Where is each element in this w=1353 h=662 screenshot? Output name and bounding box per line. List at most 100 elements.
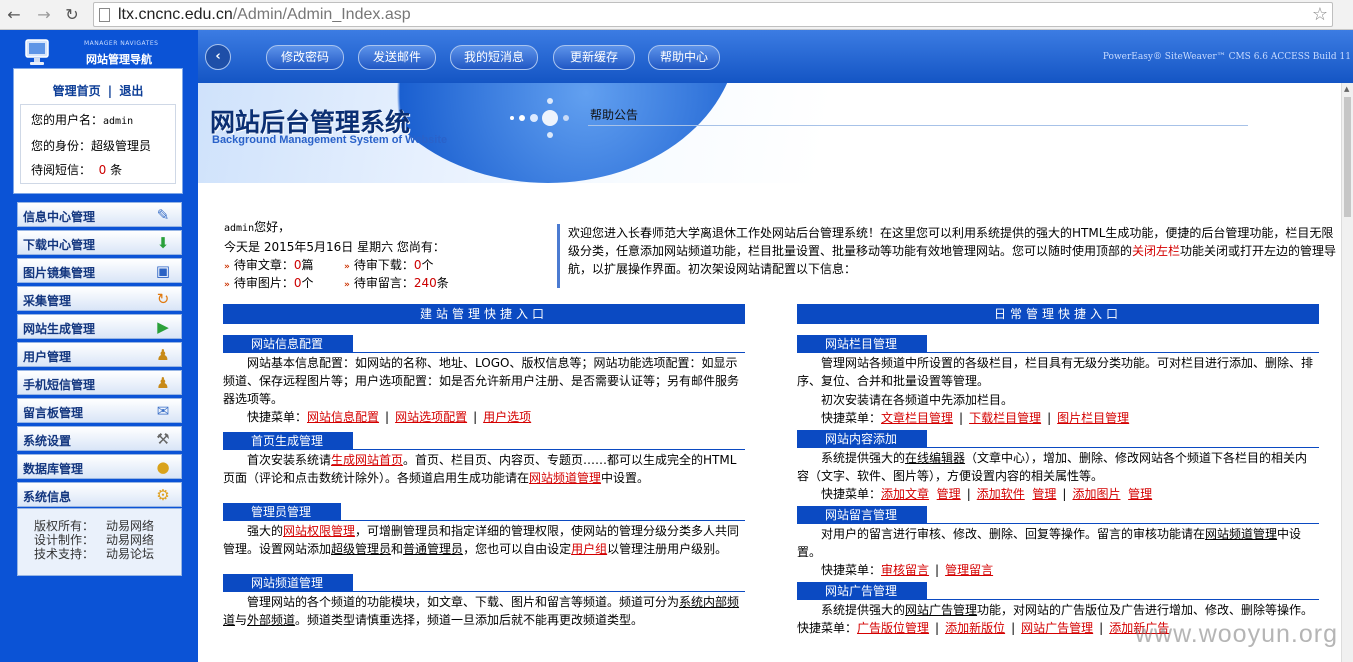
- my-messages-button[interactable]: 我的短消息: [450, 45, 538, 70]
- sidebar-item-system-info[interactable]: 系统信息 ⚙: [17, 482, 182, 507]
- back-arrow-icon[interactable]: ←: [4, 5, 24, 25]
- sidebar-item-label: 系统信息: [23, 490, 72, 504]
- pending-downloads: » 待审下载：0个: [344, 258, 434, 272]
- quick-menu: 快捷菜单：添加文章 管理 | 添加软件 管理 | 添加图片 管理: [821, 487, 1153, 501]
- link-divider: |: [107, 84, 113, 98]
- ad-management-link[interactable]: 网站广告管理: [1021, 621, 1093, 635]
- permission-management-link[interactable]: 网站权限管理: [283, 524, 355, 538]
- logout-link[interactable]: 退出: [119, 84, 143, 98]
- column-management-block: 网站栏目管理 管理网站各频道中所设置的各级栏目，栏目具有无级分类功能。可对栏目进…: [797, 335, 1319, 427]
- banner: 网站后台管理系统 Background Management System of…: [198, 83, 1341, 183]
- admin-home-link[interactable]: 管理首页: [53, 84, 101, 98]
- gear-icon: ⚙: [156, 486, 170, 504]
- sidebar-item-download-center[interactable]: 下载中心管理 ⬇: [17, 230, 182, 255]
- block-text: 管理网站的各个频道的功能模块，如文章、下载、图片和留言等频道。频道可分为系统内部…: [223, 595, 740, 627]
- sidebar-item-sms[interactable]: 手机短信管理 ♟: [17, 370, 182, 395]
- scroll-thumb[interactable]: [1344, 97, 1351, 217]
- url-text[interactable]: ltx.cncnc.edu.cn/Admin/Admin_Index.asp: [118, 6, 411, 24]
- download-column-link[interactable]: 下载栏目管理: [969, 411, 1041, 425]
- user-info: 您的用户名：admin 您的身份：超级管理员 待阅短信： 0 条: [20, 104, 176, 184]
- left-navigation: MANAGER NAVIGATES 网站管理导航 管理首页 | 退出 您的用户名…: [0, 30, 198, 662]
- tools-icon: ⚒: [156, 430, 170, 448]
- stats-row: » 待审图片：0个 » 待审留言：240条: [224, 274, 544, 292]
- add-ad-slot-link[interactable]: 添加新版位: [945, 621, 1005, 635]
- sidebar-item-collection[interactable]: 采集管理 ↻: [17, 286, 182, 311]
- forward-arrow-icon[interactable]: →: [34, 5, 54, 25]
- page-icon: [99, 8, 110, 22]
- block-text: 对用户的留言进行审核、修改、删除、回复等操作。留言的审核功能请在网站频道管理中设…: [797, 527, 1302, 559]
- ad-slot-management-link[interactable]: 广告版位管理: [857, 621, 929, 635]
- url-path: /Admin/Admin_Index.asp: [232, 6, 411, 23]
- refresh-icon: ↻: [156, 290, 170, 308]
- review-messages-link[interactable]: 审核留言: [881, 563, 929, 577]
- home-generation-block: 首页生成管理 首次安装系统请生成网站首页。首页、栏目页、内容页、专题页……都可以…: [223, 432, 745, 487]
- greeting-user: admin: [224, 223, 255, 234]
- version-text: PowerEasy® SiteWeaver™ CMS 6.6 ACCESS Bu…: [1102, 52, 1351, 62]
- sidebar-item-users[interactable]: 用户管理 ♟: [17, 342, 182, 367]
- sidebar-item-label: 系统设置: [23, 434, 72, 448]
- user-group-link[interactable]: 用户组: [571, 542, 607, 556]
- block-text: 系统提供强大的网站广告管理功能，对网站的广告版位及广告进行增加、修改、删除等操作…: [821, 603, 1314, 617]
- site-info-config-link[interactable]: 网站信息配置: [307, 410, 379, 424]
- scroll-up-icon[interactable]: ▲: [1344, 85, 1349, 93]
- update-cache-button[interactable]: 更新缓存: [553, 45, 635, 70]
- add-article-link[interactable]: 添加文章: [881, 487, 929, 501]
- sidebar-tag-en: MANAGER NAVIGATES: [84, 40, 159, 47]
- sidebar-item-info-center[interactable]: 信息中心管理 ✎: [17, 202, 182, 227]
- user-links: 管理首页 | 退出: [14, 82, 182, 99]
- site-options-link[interactable]: 网站选项配置: [395, 410, 467, 424]
- generate-home-link[interactable]: 生成网站首页: [331, 453, 403, 467]
- vertical-scrollbar[interactable]: ▲: [1341, 83, 1353, 662]
- quick-menu: 快捷菜单：文章栏目管理 | 下载栏目管理 | 图片栏目管理: [821, 411, 1130, 425]
- daily-management-column: 日常管理快捷入口 网站栏目管理 管理网站各频道中所设置的各级栏目，栏目具有无级分…: [797, 304, 1319, 637]
- bookmark-star-icon[interactable]: ☆: [1312, 4, 1328, 25]
- user-options-link[interactable]: 用户选项: [483, 410, 531, 424]
- sidebar-item-label: 留言板管理: [23, 406, 84, 420]
- welcome-panel: admin您好， 今天是 2015年5月16日 星期六 您尚有： » 待审文章：0…: [224, 218, 544, 292]
- manage-article-link[interactable]: 管理: [937, 487, 961, 501]
- channel-management-link[interactable]: 网站频道管理: [529, 471, 601, 485]
- design-value: 动易网络: [106, 533, 155, 547]
- messages-count: 0: [98, 163, 107, 177]
- sidebar-menu: 信息中心管理 ✎ 下载中心管理 ⬇ 图片镜集管理 ▣ 采集管理 ↻ 网站生成管理 ▶ 用户…: [17, 202, 182, 510]
- username-value: admin: [103, 116, 134, 127]
- play-icon: ▶: [157, 318, 169, 336]
- block-text: 强大的网站权限管理，可增删管理员和指定详细的管理权限，使网站的管理分级分类多人共…: [223, 524, 740, 556]
- sidebar-item-guestbook[interactable]: 留言板管理 ✉: [17, 398, 182, 423]
- date-line: 今天是 2015年5月16日 星期六 您尚有：: [224, 240, 445, 254]
- help-center-button[interactable]: 帮助中心: [648, 45, 720, 70]
- sidebar-item-label: 数据库管理: [23, 462, 84, 476]
- change-password-button[interactable]: 修改密码: [266, 45, 344, 70]
- block-tab: 首页生成管理: [223, 432, 354, 450]
- sidebar-item-settings[interactable]: 系统设置 ⚒: [17, 426, 182, 451]
- sidebar-footer: 版权所有： 动易网络 设计制作： 动易网络 技术支持： 动易论坛: [17, 508, 182, 576]
- block-text: 系统提供强大的在线编辑器（文章中心），增加、删除、修改网站各个频道下各栏目的相关…: [797, 451, 1308, 483]
- send-email-button[interactable]: 发送邮件: [358, 45, 436, 70]
- browser-toolbar: ← → ↻ ltx.cncnc.edu.cn/Admin/Admin_Index…: [0, 0, 1353, 30]
- image-column-link[interactable]: 图片栏目管理: [1057, 411, 1129, 425]
- manage-messages-link[interactable]: 管理留言: [945, 563, 993, 577]
- support-value: 动易论坛: [106, 547, 155, 561]
- block-text: 首次安装系统请生成网站首页。首页、栏目页、内容页、专题页……都可以生成完全的HT…: [223, 453, 737, 485]
- manage-image-link[interactable]: 管理: [1128, 487, 1152, 501]
- sidebar-item-label: 采集管理: [23, 294, 72, 308]
- sidebar-item-site-generation[interactable]: 网站生成管理 ▶: [17, 314, 182, 339]
- sidebar-item-image-gallery[interactable]: 图片镜集管理 ▣: [17, 258, 182, 283]
- pending-images: » 待审图片：0个: [224, 276, 314, 290]
- add-software-link[interactable]: 添加软件: [977, 487, 1025, 501]
- messages-label: 待阅短信：: [31, 163, 92, 177]
- monitor-logo-icon: [25, 39, 49, 65]
- sidebar-item-database[interactable]: 数据库管理 ●: [17, 454, 182, 479]
- sidebar-item-label: 用户管理: [23, 350, 72, 364]
- pending-articles: » 待审文章：0篇: [224, 258, 314, 272]
- close-left-bar-link[interactable]: 关闭左栏: [1132, 244, 1180, 258]
- address-bar[interactable]: ltx.cncnc.edu.cn/Admin/Admin_Index.asp ☆: [93, 2, 1333, 27]
- block-tab: 网站内容添加: [797, 430, 928, 448]
- section-title: 建站管理快捷入口: [223, 304, 745, 324]
- copyright-label: 版权所有：: [34, 519, 95, 533]
- collapse-sidebar-icon[interactable]: ‹: [205, 44, 231, 70]
- reload-icon[interactable]: ↻: [62, 5, 82, 25]
- add-image-link[interactable]: 添加图片: [1072, 487, 1120, 501]
- manage-software-link[interactable]: 管理: [1032, 487, 1056, 501]
- article-column-link[interactable]: 文章栏目管理: [881, 411, 953, 425]
